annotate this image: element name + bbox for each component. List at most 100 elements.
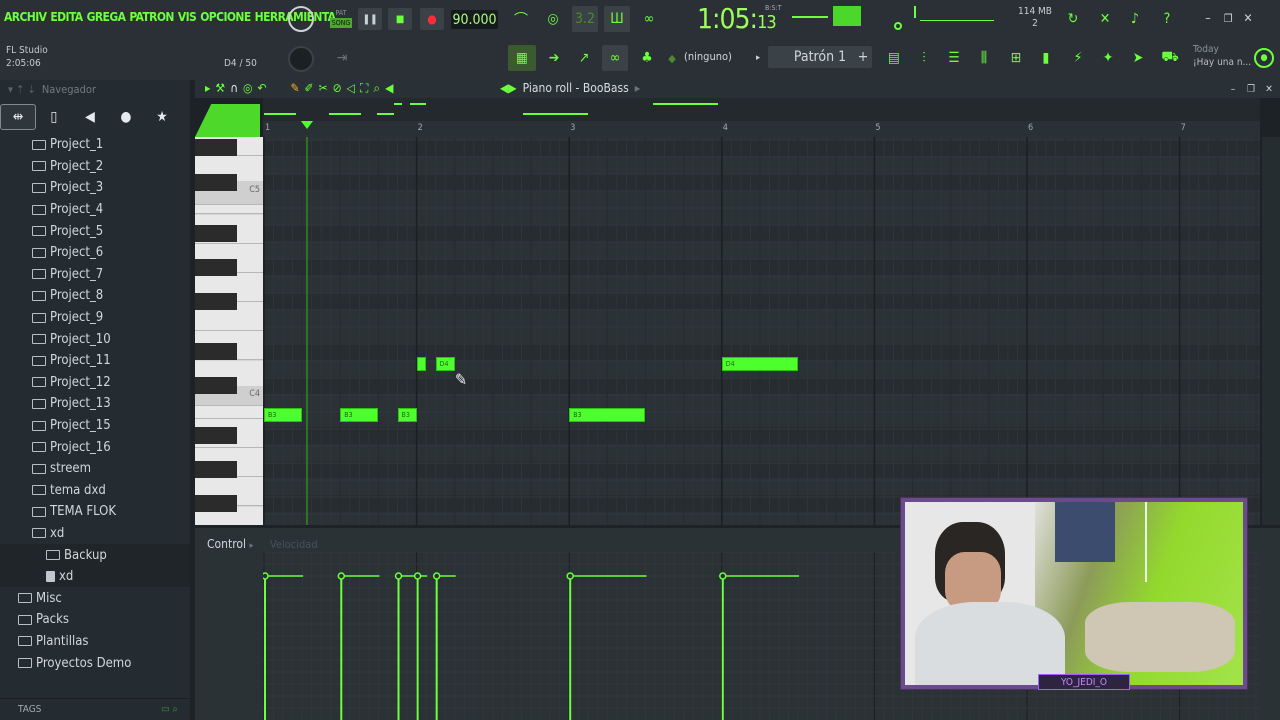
browser-item[interactable]: Project_1 bbox=[0, 134, 190, 156]
menu-item-edita[interactable]: EDITA bbox=[50, 10, 83, 24]
browser-item[interactable]: Misc bbox=[0, 587, 190, 609]
browser-item[interactable]: xd bbox=[0, 523, 190, 545]
browser-item[interactable]: Packs bbox=[0, 609, 190, 631]
song-position-display[interactable]: 1:05:13 bbox=[697, 2, 777, 35]
close-icon[interactable]: ✕ bbox=[1240, 10, 1256, 26]
countdown-icon[interactable]: 3.2 bbox=[572, 6, 598, 32]
browser-item[interactable]: Project_7 bbox=[0, 264, 190, 286]
piano-roll-title[interactable]: ◀▶ Piano roll - BooBass ▸ bbox=[500, 81, 640, 95]
tab-speaker-icon[interactable]: ◀ bbox=[72, 104, 108, 130]
menu-item-patron[interactable]: PATRON bbox=[129, 10, 174, 24]
delete-tool-icon[interactable]: ✂ bbox=[319, 81, 328, 96]
browser-item[interactable]: tema dxd bbox=[0, 480, 190, 502]
send-icon[interactable]: ➤ bbox=[1126, 45, 1150, 71]
note[interactable]: B3 bbox=[340, 408, 379, 422]
online-icon[interactable]: ● bbox=[1254, 48, 1274, 68]
pattern-prev-arrow[interactable]: ▸ bbox=[752, 50, 764, 66]
metronome-icon[interactable]: ⌒ bbox=[508, 8, 534, 30]
black-key[interactable] bbox=[195, 225, 237, 242]
minimize-icon[interactable]: – bbox=[1200, 10, 1216, 26]
cart-icon[interactable]: ⛟ bbox=[1158, 45, 1182, 71]
browser-item[interactable]: Project_4 bbox=[0, 199, 190, 221]
black-key[interactable] bbox=[195, 259, 237, 276]
wrench-icon[interactable]: ⚒ bbox=[215, 81, 225, 96]
browser-item[interactable]: Plantillas bbox=[0, 631, 190, 653]
hint-panel[interactable]: Today ¡Hay una n... bbox=[1193, 43, 1251, 69]
plugin-icon[interactable]: ⚡ bbox=[1066, 45, 1090, 71]
playhead-marker[interactable] bbox=[301, 121, 313, 129]
note-overview[interactable] bbox=[263, 98, 1260, 121]
note[interactable]: B3 bbox=[397, 408, 417, 422]
browser-item[interactable]: Project_8 bbox=[0, 285, 190, 307]
browser-item[interactable]: Project_5 bbox=[0, 220, 190, 242]
control-label[interactable]: Control ▸ bbox=[207, 537, 254, 551]
browser-item[interactable]: Project_16 bbox=[0, 436, 190, 458]
browser-item[interactable]: Proyectos Demo bbox=[0, 652, 190, 674]
tab-all-icon[interactable]: ⇹ bbox=[0, 104, 36, 130]
stamp-icon[interactable]: ♣ bbox=[634, 45, 660, 71]
browser-item[interactable]: Project_13 bbox=[0, 393, 190, 415]
browser-item[interactable]: Backup bbox=[0, 544, 190, 566]
black-key[interactable] bbox=[195, 174, 237, 191]
link-icon[interactable]: ∞ bbox=[602, 45, 628, 71]
mute-tool-icon[interactable]: ⊘ bbox=[333, 81, 342, 96]
black-key[interactable] bbox=[195, 427, 237, 444]
add-pattern-button[interactable]: + bbox=[856, 48, 870, 66]
play-arrow-icon[interactable]: ▸ bbox=[205, 81, 210, 96]
help-icon[interactable]: ? bbox=[1156, 8, 1178, 30]
pr-close-icon[interactable]: ✕ bbox=[1262, 82, 1276, 96]
pr-minimize-icon[interactable]: – bbox=[1226, 82, 1240, 96]
record-button[interactable]: ● bbox=[420, 8, 444, 30]
browser-item[interactable]: Project_10 bbox=[0, 328, 190, 350]
stop-button[interactable]: ■ bbox=[388, 8, 412, 30]
browser-icon[interactable]: ⊞ bbox=[1004, 45, 1028, 71]
note[interactable]: B3 bbox=[569, 408, 646, 422]
tempo-display[interactable]: 90.000 bbox=[451, 10, 498, 29]
browser-item[interactable]: streem bbox=[0, 458, 190, 480]
step-edit-icon[interactable]: Ш bbox=[604, 6, 630, 32]
time-ruler[interactable]: 1 2 3 4 5 6 7 bbox=[263, 121, 1260, 137]
zoom-tool-icon[interactable]: ⌕ bbox=[373, 81, 380, 96]
master-volume-knob[interactable] bbox=[288, 6, 314, 32]
pencil-icon[interactable]: ✎ bbox=[290, 81, 299, 96]
menu-item-grega[interactable]: GREGA bbox=[87, 10, 126, 24]
playlist-icon[interactable]: ▤ bbox=[882, 45, 906, 71]
pause-button[interactable]: ❚❚ bbox=[358, 8, 382, 30]
black-key[interactable] bbox=[195, 139, 237, 156]
browser-item[interactable]: Project_9 bbox=[0, 307, 190, 329]
black-key[interactable] bbox=[195, 293, 237, 310]
note[interactable]: D4 bbox=[435, 357, 455, 371]
tags-search-icon[interactable]: ▭ ⌕ bbox=[161, 704, 178, 715]
black-key[interactable] bbox=[195, 461, 237, 478]
black-key[interactable] bbox=[195, 343, 237, 360]
tools-icon[interactable]: ✕ bbox=[1094, 8, 1116, 30]
tab-plugin-icon[interactable]: ● bbox=[108, 104, 144, 130]
tab-files-icon[interactable]: ▯ bbox=[36, 104, 72, 130]
piano-keyboard[interactable]: C5 C4 bbox=[195, 137, 263, 525]
browser-arrows-icon[interactable]: ▾ ⇡ ⇣ bbox=[8, 83, 36, 96]
tab-favorites-icon[interactable]: ★ bbox=[144, 104, 180, 130]
browser-item[interactable]: Project_11 bbox=[0, 350, 190, 372]
maximize-icon[interactable]: ❐ bbox=[1220, 10, 1236, 26]
tags-bar[interactable]: TAGS ▭ ⌕ bbox=[0, 698, 190, 720]
black-key[interactable] bbox=[195, 377, 237, 394]
pr-maximize-icon[interactable]: ❐ bbox=[1244, 82, 1258, 96]
menu-item-archiv[interactable]: ARCHIV bbox=[4, 10, 47, 24]
undo-icon[interactable]: ↶ bbox=[257, 81, 266, 96]
browser-item[interactable]: Project_12 bbox=[0, 372, 190, 394]
snap-icon[interactable]: ⇥ bbox=[332, 48, 352, 68]
mixer-icon[interactable]: ⫼ bbox=[972, 45, 996, 71]
menu-item-vis[interactable]: VIS bbox=[178, 10, 197, 24]
piano-roll-icon[interactable]: ▦ bbox=[508, 45, 536, 71]
magnet-icon[interactable]: ∩ bbox=[230, 81, 238, 96]
refresh-icon[interactable]: ↻ bbox=[1062, 8, 1084, 30]
piano-roll-window-icon[interactable]: ☰ bbox=[942, 45, 966, 71]
pat-song-toggle[interactable]: PAT SONG bbox=[328, 4, 354, 32]
file-icon[interactable]: ▮ bbox=[1034, 45, 1058, 71]
paint-icon[interactable]: ✐ bbox=[305, 81, 314, 96]
piano-roll-menu-icon[interactable]: ◀▶ bbox=[500, 81, 517, 95]
browser-item[interactable]: TEMA FLOK bbox=[0, 501, 190, 523]
pitch-knob[interactable] bbox=[288, 46, 314, 72]
browser-item[interactable]: Project_3 bbox=[0, 177, 190, 199]
microphone-icon[interactable]: ♪ bbox=[1124, 8, 1146, 30]
